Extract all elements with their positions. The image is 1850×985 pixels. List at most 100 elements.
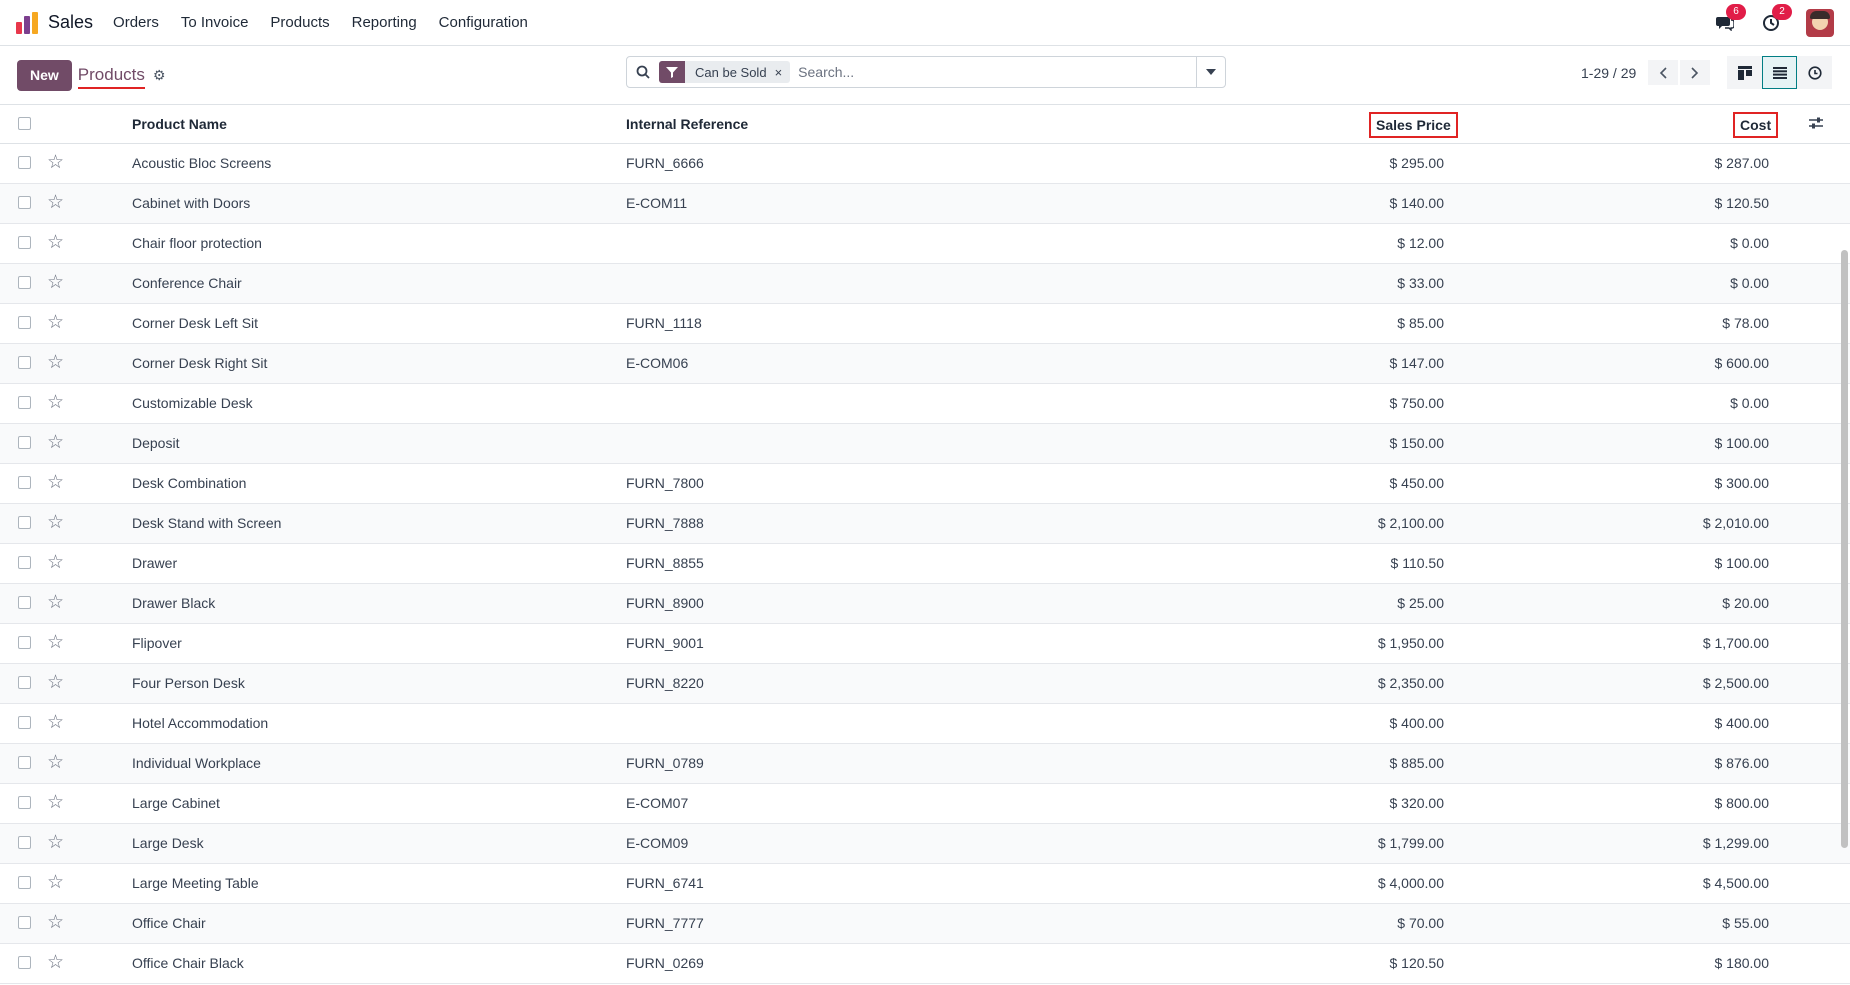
- user-avatar[interactable]: [1806, 8, 1834, 37]
- app-name[interactable]: Sales: [48, 12, 93, 33]
- table-row[interactable]: ☆ Chair floor protection $ 12.00 $ 0.00: [0, 224, 1850, 264]
- pager-next-button[interactable]: [1680, 60, 1710, 85]
- optional-columns-icon[interactable]: [1809, 116, 1823, 134]
- activities-button[interactable]: 2: [1760, 3, 1792, 34]
- gear-icon[interactable]: ⚙: [153, 67, 166, 84]
- table-row[interactable]: ☆ Desk Combination FURN_7800 $ 450.00 $ 300.…: [0, 464, 1850, 504]
- favorite-star-icon[interactable]: ☆: [47, 913, 64, 932]
- favorite-star-icon[interactable]: ☆: [47, 513, 64, 532]
- favorite-star-icon[interactable]: ☆: [47, 713, 64, 732]
- facet-remove-icon[interactable]: ×: [775, 65, 791, 80]
- kanban-icon: [1737, 65, 1752, 80]
- row-checkbox[interactable]: [18, 156, 31, 169]
- column-product-name[interactable]: Product Name: [132, 105, 227, 143]
- row-checkbox[interactable]: [18, 956, 31, 969]
- table-row[interactable]: ☆ Corner Desk Left Sit FURN_1118 $ 85.00 $ 7…: [0, 304, 1850, 344]
- table-row[interactable]: ☆ Drawer Black FURN_8900 $ 25.00 $ 20.00: [0, 584, 1850, 624]
- menu-products[interactable]: Products: [270, 14, 329, 31]
- new-button[interactable]: New: [17, 59, 72, 91]
- table-row[interactable]: ☆ Flipover FURN_9001 $ 1,950.00 $ 1,700.00: [0, 624, 1850, 664]
- column-internal-reference[interactable]: Internal Reference: [626, 105, 748, 143]
- scrollbar-thumb[interactable]: [1841, 250, 1848, 848]
- row-checkbox[interactable]: [18, 716, 31, 729]
- column-cost[interactable]: Cost: [1733, 112, 1779, 138]
- favorite-star-icon[interactable]: ☆: [47, 833, 64, 852]
- table-row[interactable]: ☆ Office Chair Black FURN_0269 $ 120.50 $ 18…: [0, 944, 1850, 984]
- cell-cost: $ 4,500.00: [1702, 875, 1769, 891]
- table-row[interactable]: ☆ Customizable Desk $ 750.00 $ 0.00: [0, 384, 1850, 424]
- sales-app-icon[interactable]: [16, 11, 38, 34]
- row-checkbox[interactable]: [18, 556, 31, 569]
- row-checkbox[interactable]: [18, 676, 31, 689]
- row-checkbox[interactable]: [18, 916, 31, 929]
- favorite-star-icon[interactable]: ☆: [47, 953, 64, 972]
- favorite-star-icon[interactable]: ☆: [47, 873, 64, 892]
- table-row[interactable]: ☆ Office Chair FURN_7777 $ 70.00 $ 55.00: [0, 904, 1850, 944]
- favorite-star-icon[interactable]: ☆: [47, 193, 64, 212]
- favorite-star-icon[interactable]: ☆: [47, 153, 64, 172]
- messages-button[interactable]: 6: [1714, 3, 1746, 34]
- table-row[interactable]: ☆ Acoustic Bloc Screens FURN_6666 $ 295.00 $…: [0, 144, 1850, 184]
- search-input[interactable]: [796, 57, 1196, 87]
- cell-sales-price: $ 110.50: [1390, 555, 1444, 571]
- favorite-star-icon[interactable]: ☆: [47, 393, 64, 412]
- pager-previous-button[interactable]: [1648, 60, 1678, 85]
- row-checkbox[interactable]: [18, 756, 31, 769]
- table-row[interactable]: ☆ Drawer FURN_8855 $ 110.50 $ 100.00: [0, 544, 1850, 584]
- kanban-view-button[interactable]: [1727, 56, 1762, 89]
- select-all-checkbox[interactable]: [18, 117, 31, 130]
- favorite-star-icon[interactable]: ☆: [47, 353, 64, 372]
- column-sales-price[interactable]: Sales Price: [1369, 112, 1458, 138]
- row-checkbox[interactable]: [18, 436, 31, 449]
- table-row[interactable]: ☆ Individual Workplace FURN_0789 $ 885.00 $ …: [0, 744, 1850, 784]
- row-checkbox[interactable]: [18, 516, 31, 529]
- table-row[interactable]: ☆ Hotel Accommodation $ 400.00 $ 400.00: [0, 704, 1850, 744]
- table-row[interactable]: ☆ Conference Chair $ 33.00 $ 0.00: [0, 264, 1850, 304]
- row-checkbox[interactable]: [18, 236, 31, 249]
- row-checkbox[interactable]: [18, 356, 31, 369]
- favorite-star-icon[interactable]: ☆: [47, 273, 64, 292]
- row-checkbox[interactable]: [18, 316, 31, 329]
- cell-product-name: Cabinet with Doors: [132, 195, 251, 211]
- table-row[interactable]: ☆ Desk Stand with Screen FURN_7888 $ 2,100.…: [0, 504, 1850, 544]
- table-row[interactable]: ☆ Four Person Desk FURN_8220 $ 2,350.00 $ 2,…: [0, 664, 1850, 704]
- top-navbar: Sales Orders To Invoice Products Reporti…: [0, 0, 1850, 46]
- row-checkbox[interactable]: [18, 596, 31, 609]
- menu-configuration[interactable]: Configuration: [439, 14, 528, 31]
- list-view-button[interactable]: [1762, 56, 1797, 89]
- cell-internal-reference: FURN_6666: [626, 155, 704, 171]
- table-row[interactable]: ☆ Large Meeting Table FURN_6741 $ 4,000.00 $…: [0, 864, 1850, 904]
- search-options-toggle[interactable]: [1196, 57, 1225, 87]
- favorite-star-icon[interactable]: ☆: [47, 473, 64, 492]
- favorite-star-icon[interactable]: ☆: [47, 313, 64, 332]
- favorite-star-icon[interactable]: ☆: [47, 233, 64, 252]
- row-checkbox[interactable]: [18, 876, 31, 889]
- row-checkbox[interactable]: [18, 396, 31, 409]
- menu-orders[interactable]: Orders: [113, 14, 159, 31]
- row-checkbox[interactable]: [18, 796, 31, 809]
- row-checkbox[interactable]: [18, 476, 31, 489]
- activity-view-button[interactable]: [1797, 56, 1832, 89]
- favorite-star-icon[interactable]: ☆: [47, 433, 64, 452]
- favorite-star-icon[interactable]: ☆: [47, 753, 64, 772]
- pager-value[interactable]: 1-29 / 29: [1581, 65, 1636, 81]
- table-row[interactable]: ☆ Deposit $ 150.00 $ 100.00: [0, 424, 1850, 464]
- row-checkbox[interactable]: [18, 196, 31, 209]
- table-row[interactable]: ☆ Cabinet with Doors E-COM11 $ 140.00 $ 120.…: [0, 184, 1850, 224]
- menu-to-invoice[interactable]: To Invoice: [181, 14, 249, 31]
- cell-cost: $ 0.00: [1730, 235, 1769, 251]
- favorite-star-icon[interactable]: ☆: [47, 673, 64, 692]
- row-checkbox[interactable]: [18, 836, 31, 849]
- table-row[interactable]: ☆ Corner Desk Right Sit E-COM06 $ 147.00 $ 6…: [0, 344, 1850, 384]
- cell-internal-reference: FURN_6741: [626, 875, 704, 891]
- table-row[interactable]: ☆ Large Desk E-COM09 $ 1,799.00 $ 1,299.00: [0, 824, 1850, 864]
- search-bar: Can be Sold ×: [626, 56, 1226, 88]
- row-checkbox[interactable]: [18, 636, 31, 649]
- menu-reporting[interactable]: Reporting: [352, 14, 417, 31]
- favorite-star-icon[interactable]: ☆: [47, 553, 64, 572]
- table-row[interactable]: ☆ Large Cabinet E-COM07 $ 320.00 $ 800.00: [0, 784, 1850, 824]
- row-checkbox[interactable]: [18, 276, 31, 289]
- favorite-star-icon[interactable]: ☆: [47, 593, 64, 612]
- favorite-star-icon[interactable]: ☆: [47, 633, 64, 652]
- favorite-star-icon[interactable]: ☆: [47, 793, 64, 812]
